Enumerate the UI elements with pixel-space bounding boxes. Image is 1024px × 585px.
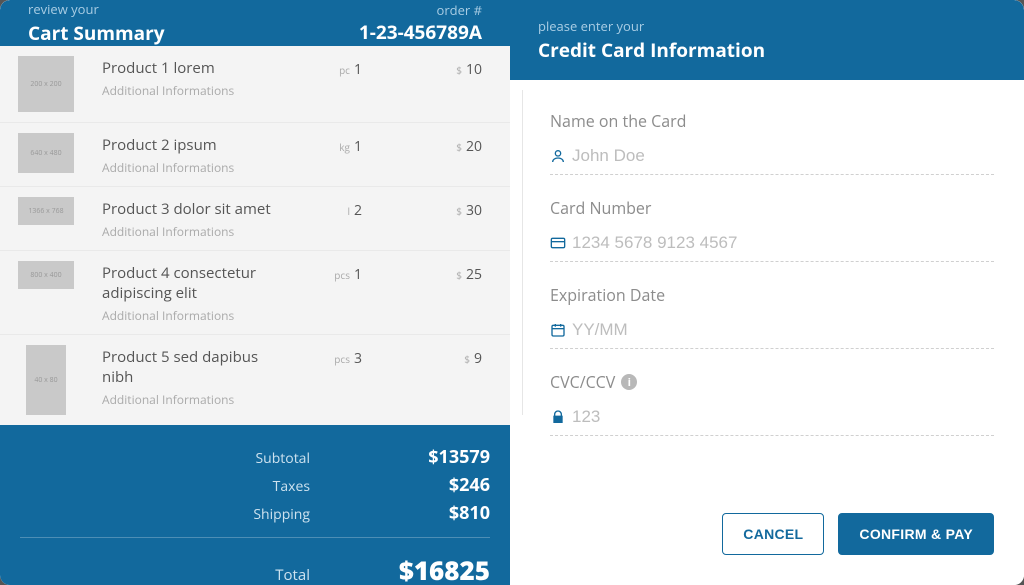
product-price: $10 <box>362 56 492 79</box>
form-actions: CANCEL CONFIRM & PAY <box>722 513 994 555</box>
product-title: Product 3 dolor sit amet <box>102 199 282 219</box>
cart-item: 640 x 480 Product 2 ipsum Additional Inf… <box>0 122 510 186</box>
product-title: Product 2 ipsum <box>102 135 282 155</box>
cart-header-sup: review your <box>28 0 165 18</box>
cart-item: 1366 x 768 Product 3 dolor sit amet Addi… <box>0 186 510 250</box>
calendar-icon <box>550 322 572 338</box>
product-subtitle: Additional Informations <box>102 307 282 324</box>
shipping-value: $810 <box>350 501 490 525</box>
user-icon <box>550 148 572 164</box>
card-number-label: Card Number <box>550 197 994 219</box>
product-price: $9 <box>362 345 492 368</box>
cart-header: review your Cart Summary order # 1-23-45… <box>0 0 510 46</box>
cart-totals: Subtotal $13579 Taxes $246 Shipping $810 To… <box>0 425 510 585</box>
expiration-date-label: Expiration Date <box>550 284 994 306</box>
product-thumbnail: 200 x 200 <box>18 56 74 112</box>
subtotal-value: $13579 <box>350 445 490 469</box>
product-subtitle: Additional Informations <box>102 82 282 99</box>
product-subtitle: Additional Informations <box>102 159 282 176</box>
name-on-card-input[interactable] <box>572 146 994 166</box>
product-subtitle: Additional Informations <box>102 391 282 408</box>
product-price: $25 <box>362 261 492 284</box>
credit-card-icon <box>550 235 572 251</box>
product-price: $30 <box>362 197 492 220</box>
cvc-input[interactable] <box>572 407 994 427</box>
product-quantity: l2 <box>282 197 362 220</box>
card-number-input[interactable] <box>572 233 994 253</box>
taxes-value: $246 <box>350 473 490 497</box>
product-title: Product 1 lorem <box>102 58 282 78</box>
vertical-divider <box>522 90 523 415</box>
cart-item: 40 x 80 Product 5 sed dapibus nibh Addit… <box>0 334 510 425</box>
product-thumbnail: 800 x 400 <box>18 261 74 289</box>
cart-item: 800 x 400 Product 4 consectetur adipisci… <box>0 250 510 334</box>
payment-header-title: Credit Card Information <box>538 37 765 63</box>
product-title: Product 5 sed dapibus nibh <box>102 347 282 387</box>
name-on-card-label: Name on the Card <box>550 110 994 132</box>
product-quantity: kg1 <box>282 133 362 156</box>
taxes-label: Taxes <box>110 477 310 496</box>
product-quantity: pc1 <box>282 56 362 79</box>
info-icon[interactable]: i <box>621 374 637 390</box>
lock-icon <box>550 409 572 425</box>
product-thumbnail: 1366 x 768 <box>18 197 74 225</box>
total-value: $16825 <box>350 552 490 585</box>
cart-items-list: 200 x 200 Product 1 lorem Additional Inf… <box>0 46 510 425</box>
product-thumbnail: 640 x 480 <box>18 133 74 173</box>
product-price: $20 <box>362 133 492 156</box>
shipping-label: Shipping <box>110 505 310 524</box>
order-number-sup: order # <box>437 1 482 19</box>
confirm-pay-button[interactable]: CONFIRM & PAY <box>838 513 994 555</box>
cancel-button[interactable]: CANCEL <box>722 513 824 555</box>
cart-header-title: Cart Summary <box>28 20 165 46</box>
cart-item: 200 x 200 Product 1 lorem Additional Inf… <box>0 46 510 122</box>
payment-form: Name on the Card Card Number <box>510 80 1024 458</box>
expiration-date-input[interactable] <box>572 320 994 340</box>
cvc-label: CVC/CCV i <box>550 371 994 393</box>
payment-header-sup: please enter your <box>538 17 765 35</box>
product-quantity: pcs3 <box>282 345 362 368</box>
subtotal-label: Subtotal <box>110 449 310 468</box>
payment-header: please enter your Credit Card Informatio… <box>510 0 1024 80</box>
product-quantity: pcs1 <box>282 261 362 284</box>
product-title: Product 4 consectetur adipiscing elit <box>102 263 282 303</box>
total-label: Total <box>110 565 310 585</box>
checkout-panel: review your Cart Summary order # 1-23-45… <box>0 0 1024 585</box>
order-number: 1-23-456789A <box>359 19 482 45</box>
product-thumbnail: 40 x 80 <box>26 345 66 415</box>
product-subtitle: Additional Informations <box>102 223 282 240</box>
